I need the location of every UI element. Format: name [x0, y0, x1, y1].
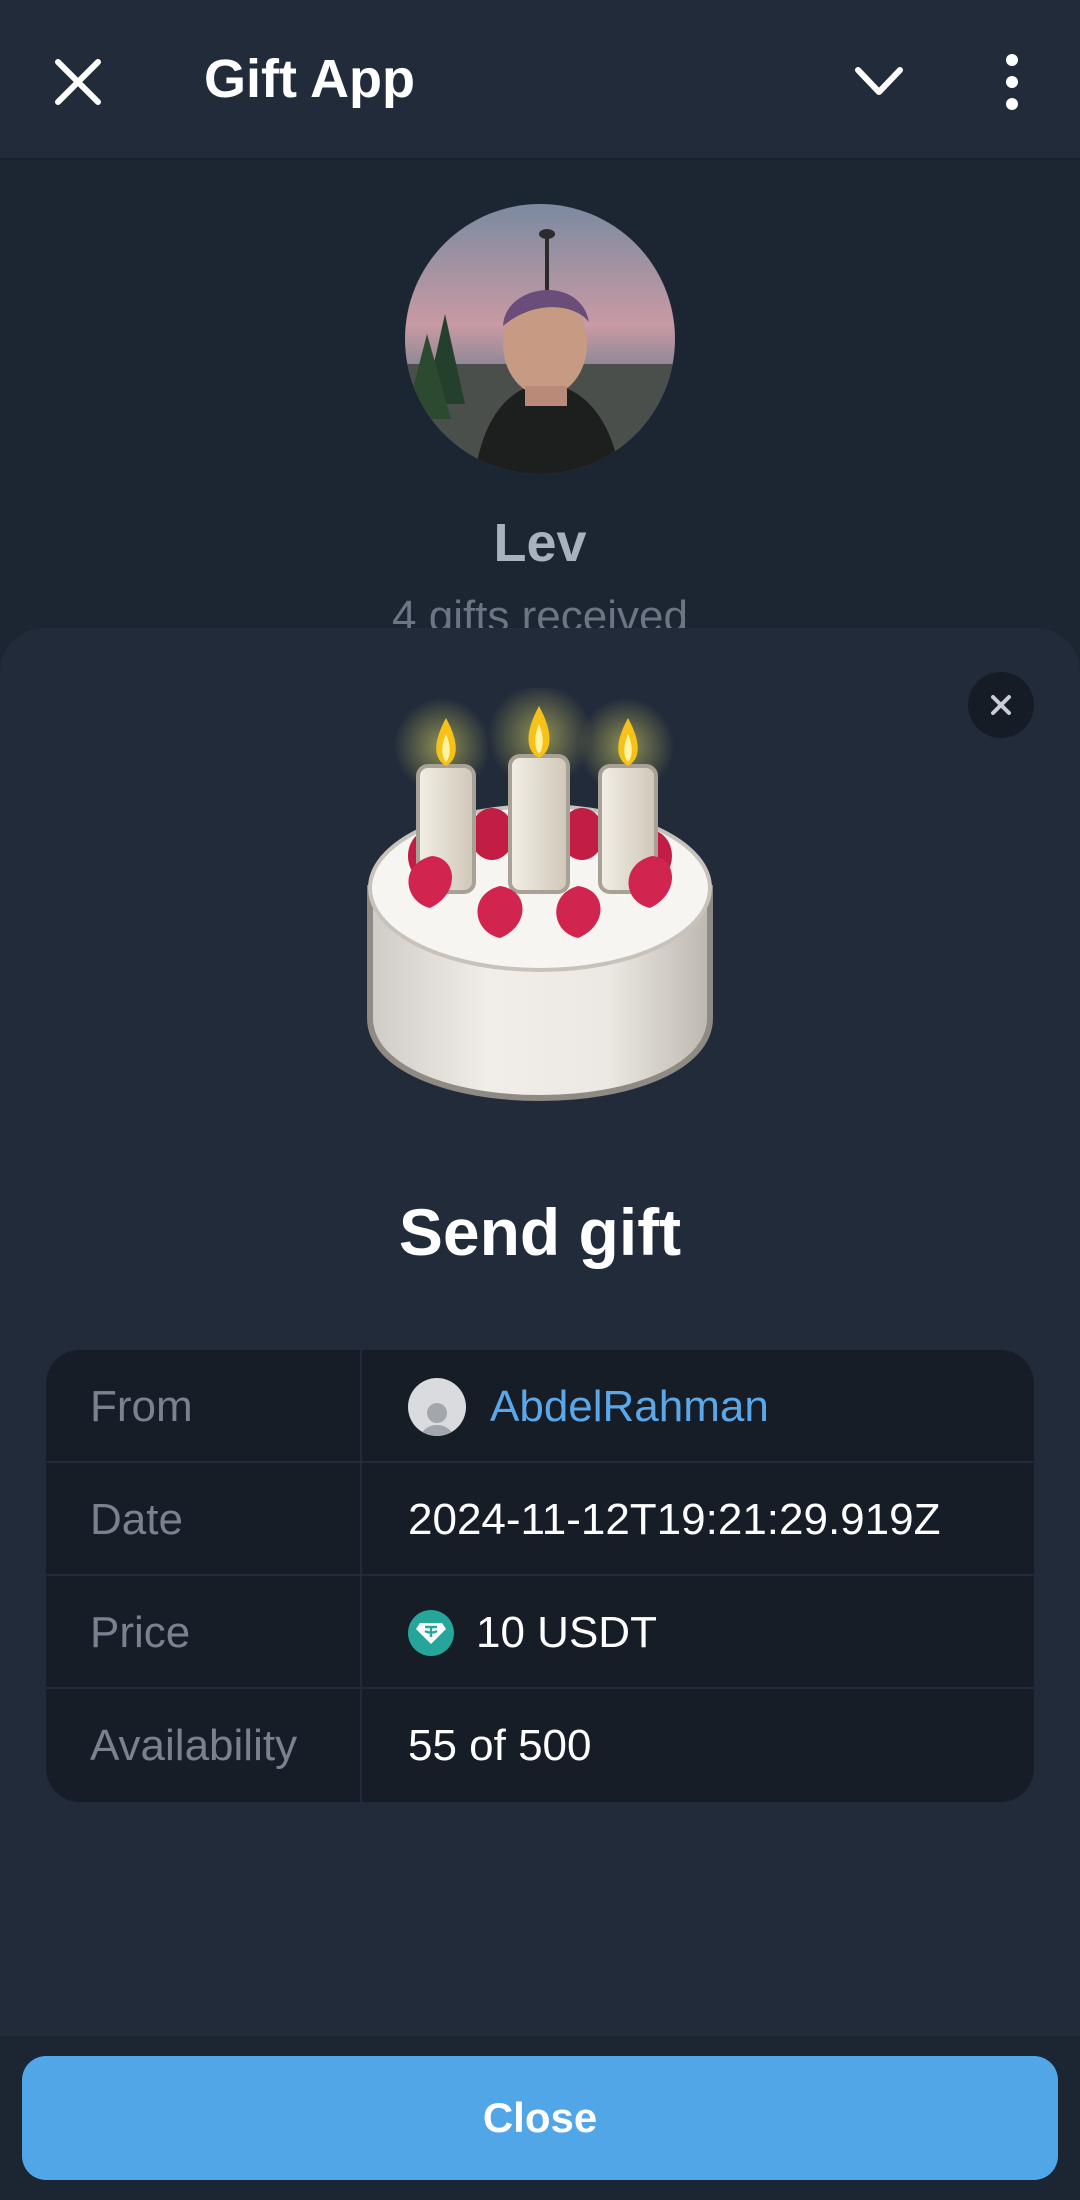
more-vertical-icon[interactable] [992, 52, 1032, 112]
row-value: 55 of 500 [408, 1721, 592, 1770]
close-icon [991, 695, 1011, 715]
table-row-availability: Availability 55 of 500 [46, 1689, 1034, 1802]
profile-header: Lev 4 gifts received [0, 160, 1080, 660]
chevron-down-icon[interactable] [852, 58, 906, 104]
row-label: Availability [90, 1721, 298, 1770]
close-button[interactable]: Close [22, 2056, 1058, 2180]
bottom-bar: Close [0, 2036, 1080, 2200]
row-value: AbdelRahman [408, 1350, 769, 1463]
table-row-date: Date 2024-11-12T19:21:29.919Z [46, 1463, 1034, 1576]
sheet-title: Send gift [398, 1195, 682, 1269]
sender-link[interactable]: AbdelRahman [490, 1350, 769, 1463]
row-value: 10 USDT [408, 1576, 657, 1689]
gift-info-table: From AbdelRahman Date 2024-11-12T19:21:2… [46, 1350, 1034, 1802]
gift-sheet: Send gift From AbdelRahman Date 2024-11-… [0, 628, 1080, 2036]
row-label: Date [90, 1495, 183, 1544]
table-row-from: From AbdelRahman [46, 1350, 1034, 1463]
table-row-price: Price 10 USDT [46, 1576, 1034, 1689]
profile-avatar [405, 204, 675, 474]
app-title: Gift App [204, 49, 415, 109]
birthday-cake-icon [367, 688, 713, 1102]
row-label: From [90, 1382, 193, 1431]
row-label: Price [90, 1608, 191, 1657]
row-value: 2024-11-12T19:21:29.919Z [408, 1495, 941, 1544]
usdt-icon [408, 1609, 454, 1656]
profile-name: Lev [493, 513, 587, 573]
price-value: 10 USDT [476, 1608, 657, 1657]
close-icon[interactable] [50, 54, 106, 110]
user-avatar-icon [408, 1377, 466, 1436]
app-bar: Gift App [0, 0, 1080, 160]
sheet-close-button[interactable] [968, 672, 1034, 738]
